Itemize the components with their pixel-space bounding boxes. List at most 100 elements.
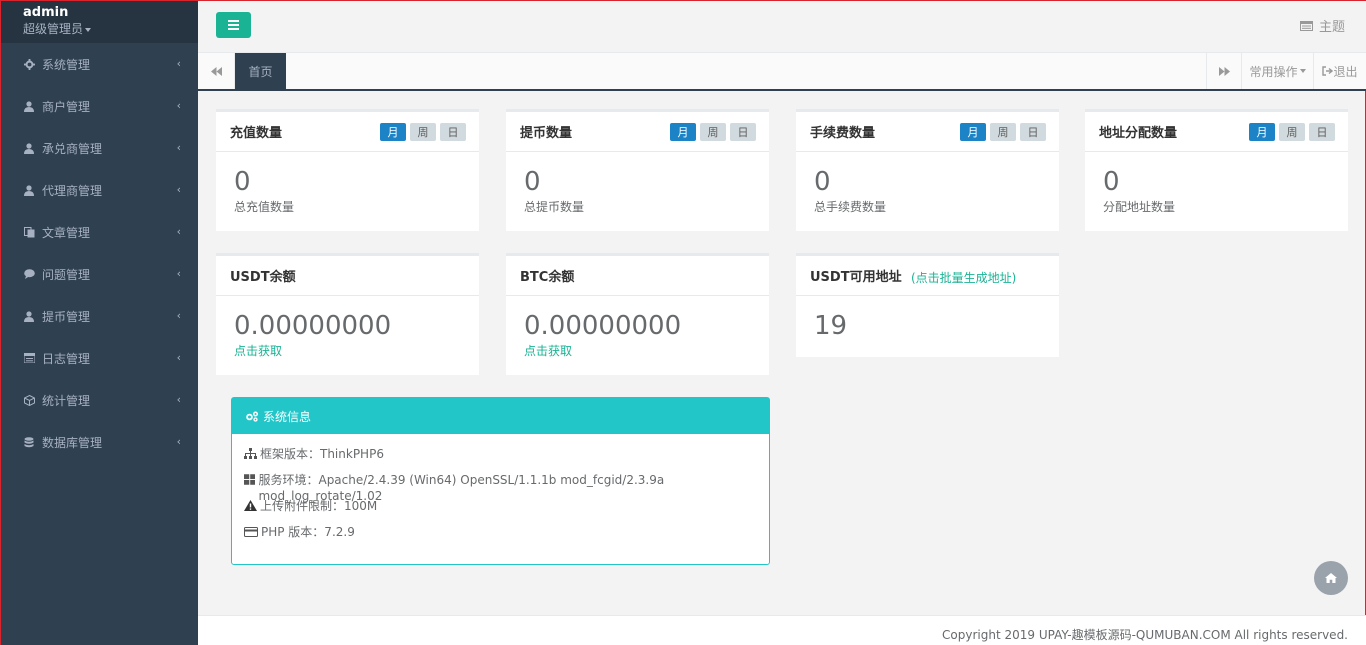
system-info-panel: 系统信息 框架版本：ThinkPHP6 服务环境：Apache/2.4.39 (… bbox=[231, 397, 770, 565]
profile-name: admin bbox=[23, 5, 69, 20]
chevron-left-icon: ‹ bbox=[176, 351, 181, 364]
tabs-scroll-left-button[interactable] bbox=[198, 53, 235, 89]
sidebar-item-stats[interactable]: 统计管理 ‹ bbox=[1, 379, 198, 421]
stat-card-recharge: 充值数量 月 周 日 0 总充值数量 bbox=[216, 109, 479, 231]
profile: admin 超级管理员 bbox=[1, 1, 198, 43]
logout-button[interactable]: 退出 bbox=[1313, 53, 1366, 89]
sidebar-item-question[interactable]: 问题管理 ‹ bbox=[1, 253, 198, 295]
period-week-button[interactable]: 周 bbox=[410, 123, 436, 141]
chevron-left-icon: ‹ bbox=[176, 99, 181, 112]
database-icon bbox=[23, 436, 35, 448]
sidebar-item-label: 商户管理 bbox=[42, 99, 91, 114]
card-title: USDT余额 bbox=[230, 270, 296, 285]
list-item: 框架版本：ThinkPHP6 bbox=[244, 446, 769, 472]
stat-value: 0 bbox=[1103, 167, 1120, 197]
period-month-button[interactable]: 月 bbox=[1249, 123, 1275, 141]
stat-caption: 总提币数量 bbox=[524, 200, 585, 214]
fetch-balance-link[interactable]: 点击获取 bbox=[234, 342, 282, 359]
credit-card-icon bbox=[244, 527, 258, 537]
card-header: 充值数量 月 周 日 bbox=[216, 112, 479, 152]
chevron-left-icon: ‹ bbox=[176, 225, 181, 238]
profile-role: 超级管理员 bbox=[23, 22, 84, 36]
sidebar-item-label: 系统管理 bbox=[42, 57, 91, 72]
period-day-button[interactable]: 日 bbox=[1020, 123, 1046, 141]
back-to-home-button[interactable] bbox=[1314, 561, 1348, 595]
card-header: 地址分配数量 月 周 日 bbox=[1085, 112, 1348, 152]
period-switch: 月 周 日 bbox=[670, 123, 756, 141]
period-switch: 月 周 日 bbox=[380, 123, 466, 141]
menu-toggle-button[interactable] bbox=[216, 12, 251, 38]
stat-value: 0 bbox=[234, 167, 251, 197]
theme-icon bbox=[1299, 20, 1313, 31]
chevron-left-icon: ‹ bbox=[176, 393, 181, 406]
period-month-button[interactable]: 月 bbox=[960, 123, 986, 141]
common-operations-label: 常用操作 bbox=[1249, 64, 1298, 79]
sidebar-item-label: 统计管理 bbox=[42, 393, 91, 408]
home-icon bbox=[1325, 573, 1337, 583]
period-switch: 月 周 日 bbox=[1249, 123, 1335, 141]
stat-value: 0 bbox=[524, 167, 541, 197]
period-month-button[interactable]: 月 bbox=[670, 123, 696, 141]
card-title: BTC余额 bbox=[520, 270, 575, 285]
period-week-button[interactable]: 周 bbox=[700, 123, 726, 141]
card-header: 手续费数量 月 周 日 bbox=[796, 112, 1059, 152]
stat-caption: 总充值数量 bbox=[234, 200, 295, 214]
copy-icon bbox=[23, 226, 35, 238]
balance-card-btc: BTC余额 0.00000000 点击获取 bbox=[506, 253, 769, 375]
stat-caption: 分配地址数量 bbox=[1103, 200, 1176, 214]
period-day-button[interactable]: 日 bbox=[440, 123, 466, 141]
stat-card-withdraw: 提币数量 月 周 日 0 总提币数量 bbox=[506, 109, 769, 231]
system-info-title: 系统信息 bbox=[263, 409, 312, 424]
cube-icon bbox=[23, 394, 35, 406]
chevron-left-icon: ‹ bbox=[176, 435, 181, 448]
sidebar: admin 超级管理员 系统管理 ‹ 商户管理 ‹ 承兑商管理 ‹ 代理商管理 … bbox=[1, 1, 198, 645]
sidebar-item-agent[interactable]: 代理商管理 ‹ bbox=[1, 169, 198, 211]
logout-label: 退出 bbox=[1333, 64, 1358, 79]
system-info-header: 系统信息 bbox=[232, 398, 769, 434]
bars-icon bbox=[228, 20, 239, 30]
forward-icon bbox=[1218, 66, 1230, 76]
sidebar-item-article[interactable]: 文章管理 ‹ bbox=[1, 211, 198, 253]
period-day-button[interactable]: 日 bbox=[730, 123, 756, 141]
upload-limit: 上传附件限制：100M bbox=[260, 499, 378, 513]
theme-button[interactable]: 主题 bbox=[1299, 16, 1345, 35]
user-icon bbox=[23, 142, 35, 154]
sidebar-item-label: 文章管理 bbox=[42, 225, 91, 240]
list-item: 服务环境：Apache/2.4.39 (Win64) OpenSSL/1.1.1… bbox=[244, 472, 769, 503]
chevron-left-icon: ‹ bbox=[176, 183, 181, 196]
system-info-list: 框架版本：ThinkPHP6 服务环境：Apache/2.4.39 (Win64… bbox=[232, 434, 769, 550]
tabs-bar: 首页 常用操作 退出 bbox=[198, 53, 1366, 91]
list-item: PHP 版本：7.2.9 bbox=[244, 524, 769, 550]
chevron-left-icon: ‹ bbox=[176, 309, 181, 322]
framework-version: 框架版本：ThinkPHP6 bbox=[260, 447, 384, 461]
stat-caption: 总手续费数量 bbox=[814, 200, 887, 214]
period-month-button[interactable]: 月 bbox=[380, 123, 406, 141]
tabs-scroll-right-button[interactable] bbox=[1206, 53, 1241, 89]
common-operations-dropdown[interactable]: 常用操作 bbox=[1241, 53, 1313, 89]
batch-generate-address-link[interactable]: (点击批量生成地址) bbox=[911, 269, 1016, 286]
sidebar-item-database[interactable]: 数据库管理 ‹ bbox=[1, 421, 198, 463]
card-header: BTC余额 bbox=[506, 256, 769, 296]
sidebar-item-system[interactable]: 系统管理 ‹ bbox=[1, 43, 198, 85]
fetch-balance-link[interactable]: 点击获取 bbox=[524, 342, 572, 359]
period-day-button[interactable]: 日 bbox=[1309, 123, 1335, 141]
balance-value: 0.00000000 bbox=[234, 311, 392, 341]
sidebar-item-label: 数据库管理 bbox=[42, 435, 103, 450]
period-week-button[interactable]: 周 bbox=[990, 123, 1016, 141]
chevron-left-icon: ‹ bbox=[176, 141, 181, 154]
sidebar-item-merchant[interactable]: 商户管理 ‹ bbox=[1, 85, 198, 127]
top-navbar: 主题 bbox=[198, 1, 1366, 53]
sidebar-item-label: 日志管理 bbox=[42, 351, 91, 366]
period-week-button[interactable]: 周 bbox=[1279, 123, 1305, 141]
sidebar-item-log[interactable]: 日志管理 ‹ bbox=[1, 337, 198, 379]
user-icon bbox=[23, 184, 35, 196]
caret-down-icon bbox=[85, 27, 92, 32]
profile-role-dropdown[interactable]: 超级管理员 bbox=[23, 21, 198, 37]
sign-out-icon bbox=[1322, 66, 1334, 76]
chevron-left-icon: ‹ bbox=[176, 267, 181, 280]
tab-home[interactable]: 首页 bbox=[235, 53, 286, 89]
card-header: USDT可用地址 (点击批量生成地址) bbox=[796, 256, 1059, 296]
sidebar-item-acceptor[interactable]: 承兑商管理 ‹ bbox=[1, 127, 198, 169]
sidebar-item-withdraw[interactable]: 提币管理 ‹ bbox=[1, 295, 198, 337]
sidebar-item-label: 问题管理 bbox=[42, 267, 91, 282]
